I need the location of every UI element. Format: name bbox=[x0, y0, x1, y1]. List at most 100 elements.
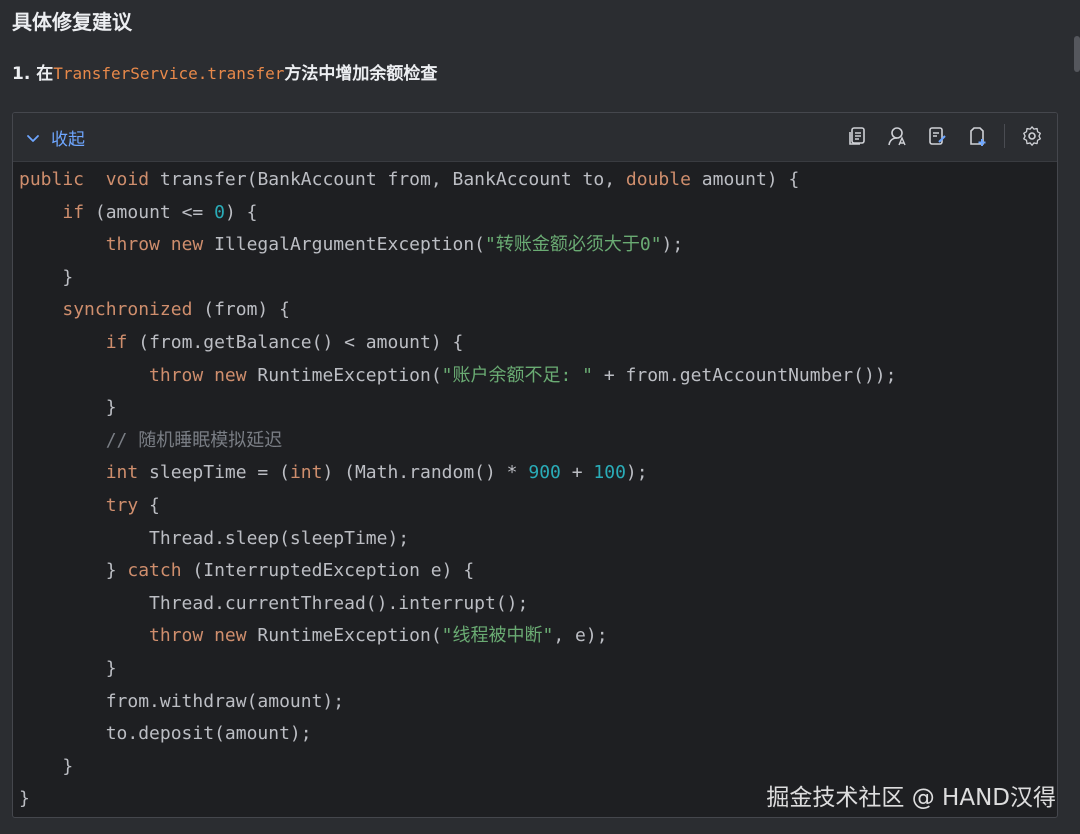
watermark: 掘金技术社区 @ HAND汉得 bbox=[766, 785, 1056, 811]
code-token: RuntimeException( bbox=[246, 364, 442, 386]
code-line: synchronized (from) { bbox=[19, 294, 1057, 327]
code-line: if (from.getBalance() < amount) { bbox=[19, 327, 1057, 360]
chevron-down-icon bbox=[27, 134, 39, 142]
collapse-button[interactable]: 收起 bbox=[25, 125, 85, 150]
code-token: (InterruptedException e) { bbox=[181, 560, 475, 582]
step-suffix: 方法中增加余额检查 bbox=[284, 64, 438, 84]
scrollbar-thumb[interactable] bbox=[1074, 36, 1080, 72]
code-token: } bbox=[19, 397, 117, 419]
code-line: try { bbox=[19, 490, 1057, 523]
code-token: Thread.sleep(sleepTime); bbox=[19, 527, 410, 549]
code-token: void bbox=[105, 169, 150, 190]
code-line: } bbox=[19, 653, 1057, 686]
code-line: } catch (InterruptedException e) { bbox=[19, 555, 1057, 588]
code-token: double bbox=[625, 169, 691, 190]
code-line: to.deposit(amount); bbox=[19, 718, 1057, 751]
code-line: throw new IllegalArgumentException("转账金额… bbox=[19, 229, 1057, 262]
code-line: Thread.sleep(sleepTime); bbox=[19, 523, 1057, 556]
code-token: , e); bbox=[553, 625, 608, 647]
code-token: catch bbox=[127, 560, 182, 582]
code-token: new bbox=[214, 625, 247, 647]
code-token: (from) { bbox=[192, 299, 290, 321]
code-line: Thread.currentThread().interrupt(); bbox=[19, 588, 1057, 621]
code-token: int bbox=[289, 462, 323, 484]
code-token: Thread.currentThread().interrupt(); bbox=[19, 592, 529, 614]
code-line: } bbox=[19, 262, 1057, 295]
code-token: amount) { bbox=[690, 169, 800, 190]
apply-icon[interactable] bbox=[924, 123, 950, 149]
code-token: } bbox=[19, 266, 74, 288]
toolbar-actions bbox=[844, 123, 1045, 149]
code-token: (amount <= bbox=[84, 201, 215, 223]
code-token: "账户余额不足: " bbox=[441, 364, 594, 386]
code-token: int bbox=[105, 462, 139, 484]
code-line: int sleepTime = (int) (Math.random() * 9… bbox=[19, 457, 1057, 490]
code-toolbar: 收起 bbox=[13, 113, 1057, 162]
code-token: throw bbox=[149, 364, 204, 386]
code-token: IllegalArgumentException( bbox=[203, 234, 486, 256]
code-token: + bbox=[560, 462, 594, 484]
code-line: public void transfer(BankAccount from, B… bbox=[19, 164, 1057, 197]
code-token: "转账金额必须大于0" bbox=[485, 234, 662, 256]
code-block: 收起 public void transfer(BankAccount from… bbox=[12, 112, 1058, 818]
code-token: sleepTime = ( bbox=[138, 462, 290, 484]
settings-icon[interactable] bbox=[1019, 123, 1045, 149]
collapse-label: 收起 bbox=[51, 130, 85, 150]
code-token: new bbox=[214, 364, 247, 386]
code-line: throw new RuntimeException("账户余额不足: " + … bbox=[19, 360, 1057, 393]
code-line: throw new RuntimeException("线程被中断", e); bbox=[19, 620, 1057, 653]
code-token: transfer(BankAccount from, BankAccount t… bbox=[149, 169, 626, 190]
code-token: to.deposit(amount); bbox=[19, 723, 312, 745]
ai-assist-icon[interactable] bbox=[884, 123, 910, 149]
code-line: from.withdraw(amount); bbox=[19, 686, 1057, 719]
code-token: { bbox=[138, 494, 160, 516]
code-token: if bbox=[105, 331, 128, 353]
toolbar-divider bbox=[1004, 124, 1005, 148]
code-token: ); bbox=[625, 462, 648, 484]
code-line: if (amount <= 0) { bbox=[19, 197, 1057, 230]
code-line: } bbox=[19, 392, 1057, 425]
code-token: } bbox=[19, 755, 74, 777]
code-token: } bbox=[19, 788, 30, 810]
code-token: + from.getAccountNumber()); bbox=[593, 364, 897, 386]
code-token: from.withdraw(amount); bbox=[19, 690, 345, 712]
code-token: 0 bbox=[214, 201, 225, 223]
code-token: "线程被中断" bbox=[441, 625, 554, 647]
copy-icon[interactable] bbox=[844, 123, 870, 149]
code-token: try bbox=[105, 494, 139, 516]
code-token: throw bbox=[149, 625, 204, 647]
code-token: new bbox=[170, 234, 204, 256]
code-token: if bbox=[62, 201, 85, 223]
code-token: 100 bbox=[593, 462, 626, 484]
code-token: // 随机睡眠模拟延迟 bbox=[105, 429, 283, 451]
insert-icon[interactable] bbox=[964, 123, 990, 149]
section-heading: 具体修复建议 bbox=[12, 10, 132, 34]
code-token: } bbox=[19, 560, 128, 582]
step-code-ref: TransferService.transfer bbox=[53, 64, 285, 83]
code-content: public void transfer(BankAccount from, B… bbox=[13, 162, 1057, 816]
code-line: // 随机睡眠模拟延迟 bbox=[19, 425, 1057, 458]
code-token: ); bbox=[661, 234, 684, 256]
code-token: synchronized bbox=[62, 299, 193, 321]
code-token: ) { bbox=[224, 201, 258, 223]
code-token: (from.getBalance() < amount) { bbox=[127, 331, 464, 353]
step-prefix: 1. 在 bbox=[12, 64, 54, 84]
code-token: RuntimeException( bbox=[246, 625, 442, 647]
code-token: throw bbox=[105, 234, 160, 256]
code-token: } bbox=[19, 657, 117, 679]
code-token: public bbox=[19, 169, 85, 190]
step-title: 1. 在TransferService.transfer方法中增加余额检查 bbox=[12, 62, 437, 86]
code-token: ) (Math.random() * bbox=[322, 462, 529, 484]
